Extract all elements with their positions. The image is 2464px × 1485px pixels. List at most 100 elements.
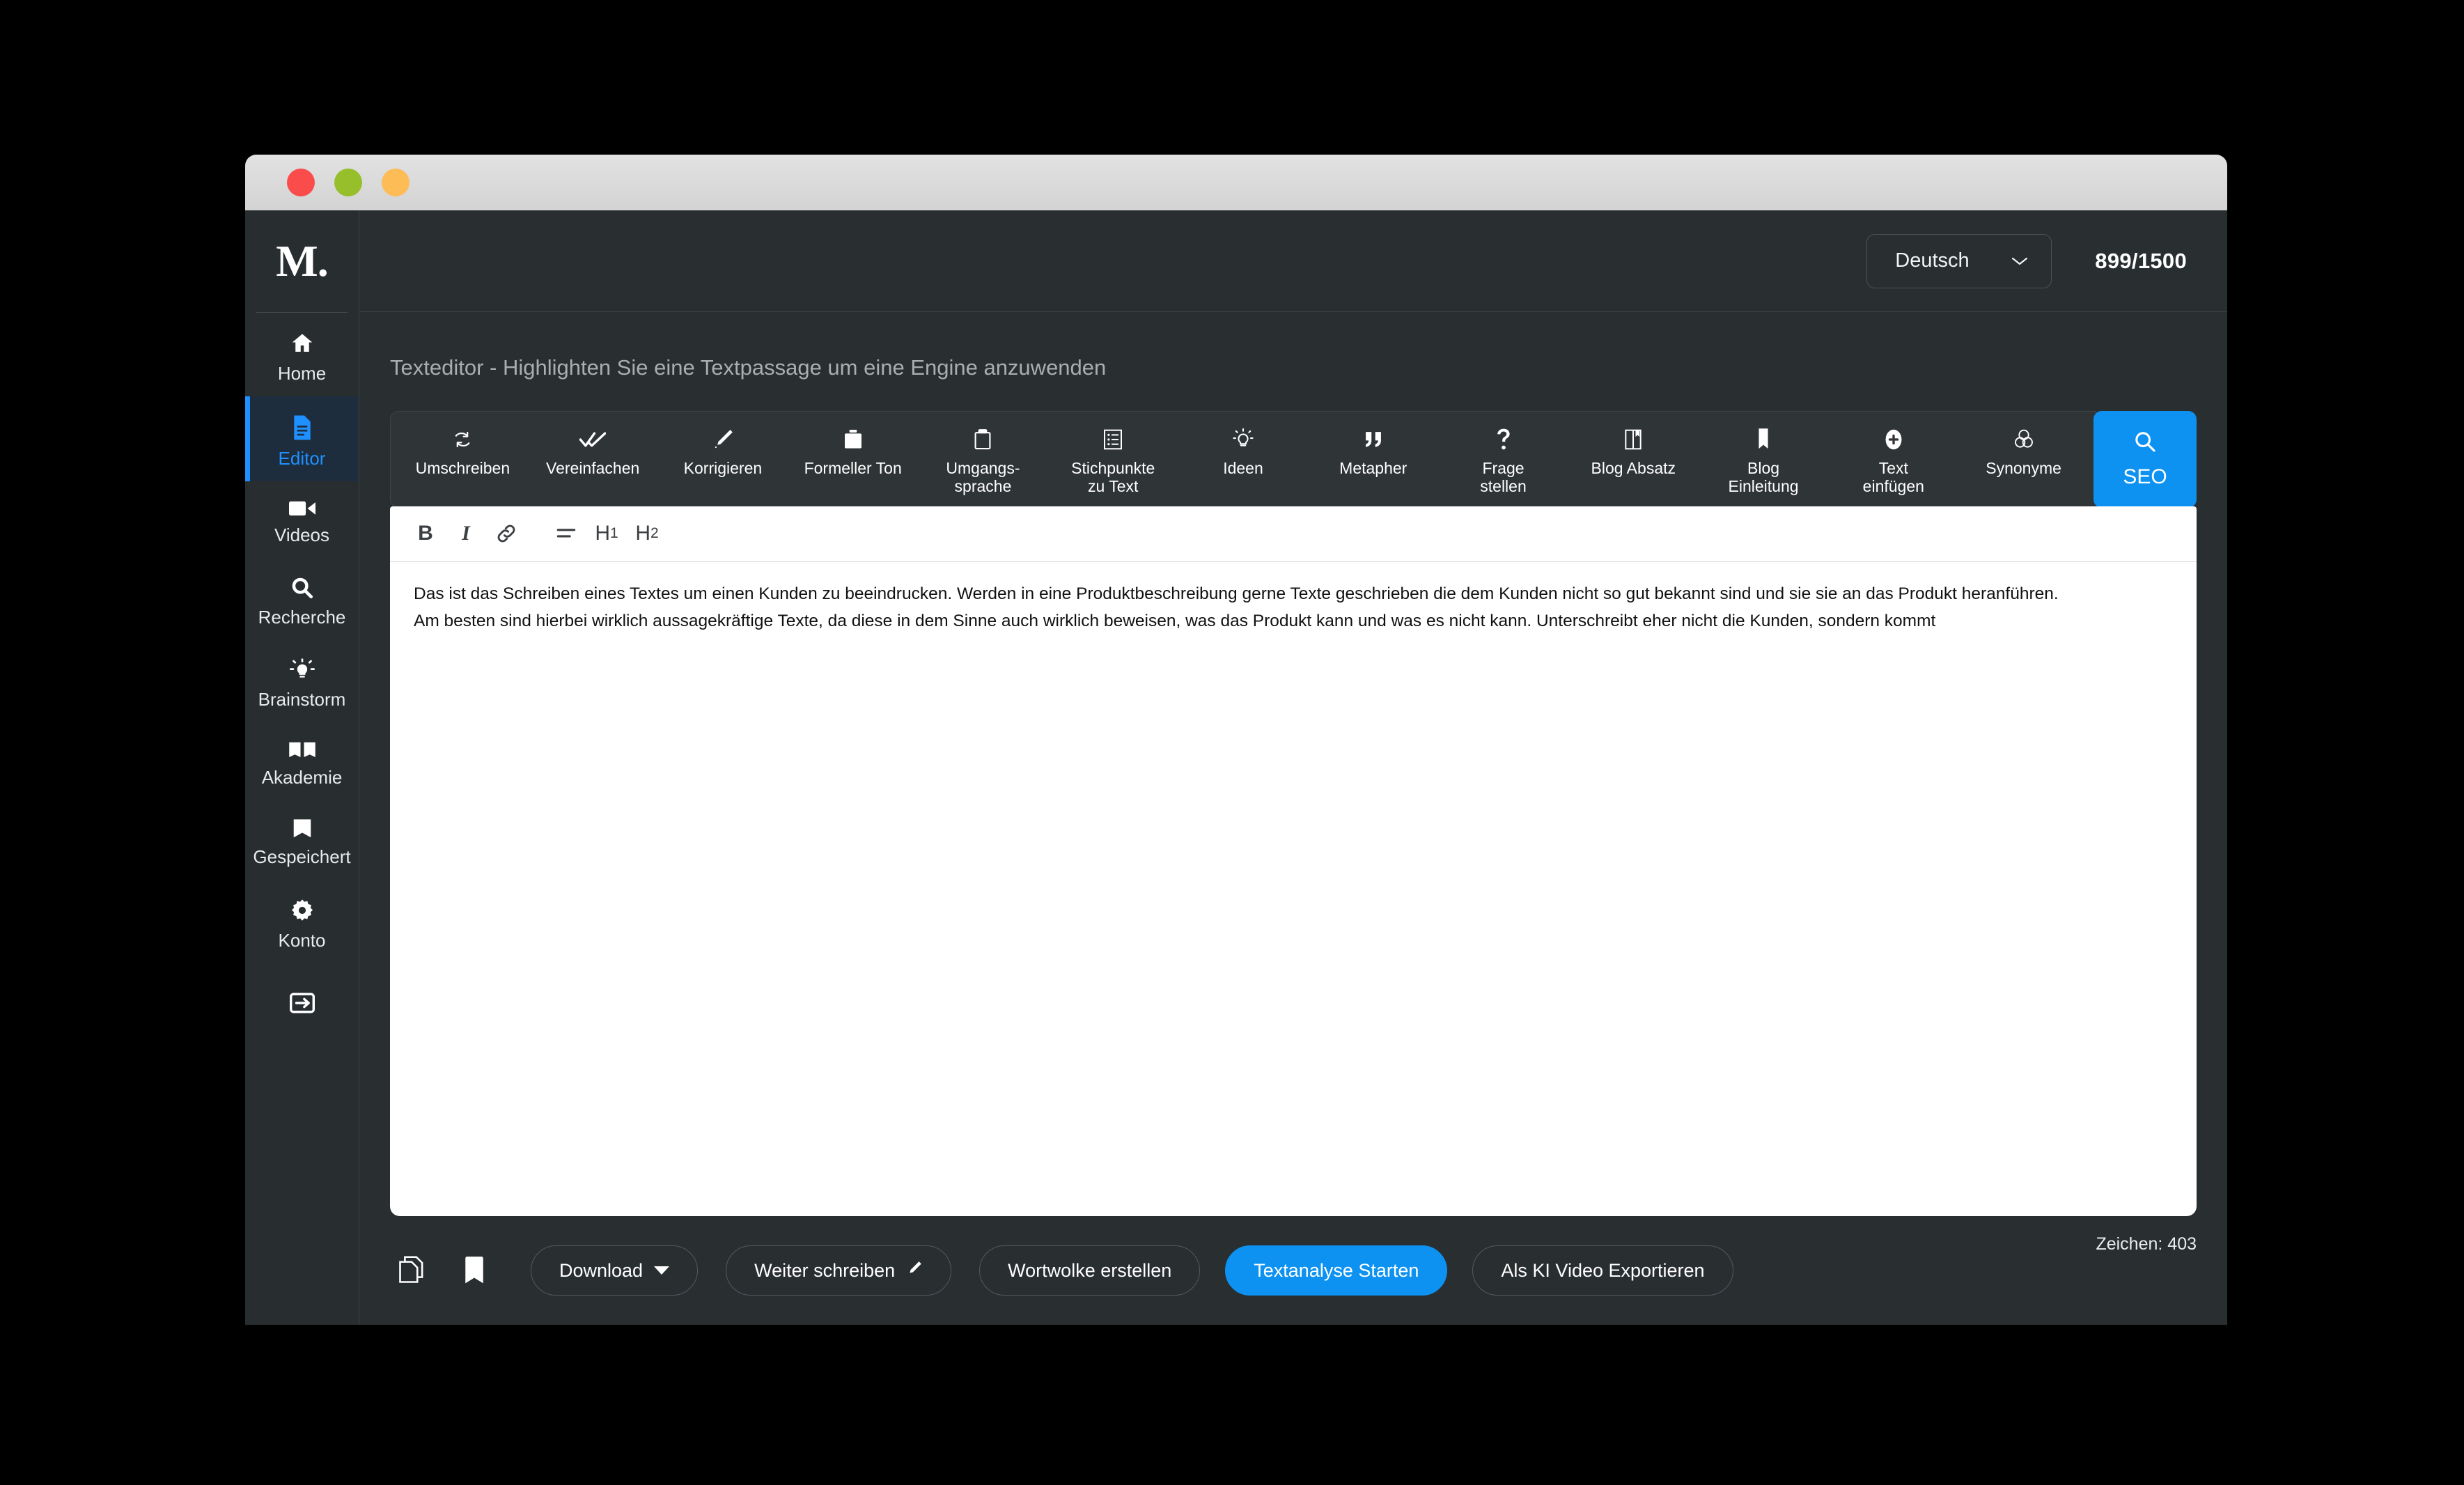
chevron-down-icon (2011, 249, 2029, 272)
quote-icon (1363, 427, 1384, 452)
logout-icon (289, 991, 315, 1018)
continue-label: Weiter schreiben (754, 1259, 896, 1281)
engine-label: Umgangs- sprache (946, 459, 1020, 495)
engine-stichpunkte-zu-text[interactable]: Stichpunkte zu Text (1048, 427, 1178, 496)
engine-blog-einleitung[interactable]: Blog Einleitung (1699, 427, 1829, 496)
export-label: Als KI Video Exportieren (1501, 1259, 1705, 1281)
engine-synonyme[interactable]: Synonyme (1958, 427, 2089, 478)
engine-korrigieren[interactable]: Korrigieren (658, 427, 788, 478)
italic-button[interactable]: I (446, 513, 486, 554)
heading-1-button[interactable]: H1 (586, 513, 627, 554)
link-icon[interactable] (486, 513, 527, 554)
sidebar-item-editor[interactable]: Editor (245, 396, 359, 481)
brand-logo-block: M. (245, 210, 359, 312)
download-label: Download (559, 1259, 644, 1281)
page-title: Texteditor - Highlighten Sie eine Textpa… (390, 355, 1107, 380)
bookmark-icon (291, 818, 313, 839)
bookmark-icon[interactable] (453, 1249, 496, 1292)
continue-writing-button[interactable]: Weiter schreiben (726, 1245, 952, 1296)
engine-frage-stellen[interactable]: Frage stellen (1438, 427, 1568, 496)
plus-circle-icon (1884, 427, 1903, 452)
engine-label: Synonyme (1986, 459, 2061, 477)
open-book-icon (288, 740, 316, 760)
document-text-area[interactable]: Das ist das Schreiben eines Textes um ei… (390, 562, 2197, 653)
window-titlebar (245, 155, 2227, 210)
refresh-cycle-icon (451, 427, 474, 452)
sidebar-item-home[interactable]: Home (245, 313, 359, 396)
editor-area: Umschreiben Vereinfachen Korrigieren For… (359, 380, 2227, 1216)
engine-text-einfuegen[interactable]: Text einfügen (1828, 427, 1958, 496)
text-editor-card: B I H1 H2 Das ist das Schreiben eines Te… (390, 506, 2197, 1216)
engine-label: Stichpunkte zu Text (1071, 459, 1155, 495)
engine-formeller-ton[interactable]: Formeller Ton (788, 427, 918, 478)
engine-label: Metapher (1339, 459, 1408, 477)
sidebar-item-akademie[interactable]: Akademie (245, 722, 359, 800)
engine-umgangssprache[interactable]: Umgangs- sprache (918, 427, 1048, 496)
character-count: Zeichen: 403 (2096, 1234, 2197, 1254)
clipboard-icon (973, 427, 992, 452)
action-bar: Download Weiter schreiben Wortwolke erst… (359, 1216, 2227, 1325)
list-icon (1102, 427, 1123, 452)
engine-label: Blog Einleitung (1728, 459, 1799, 495)
window-body: M. Home Editor Videos Recherche Brainsto… (245, 210, 2227, 1325)
analyze-label: Textanalyse Starten (1254, 1259, 1419, 1281)
lightbulb-icon (1232, 427, 1254, 452)
briefcase-icon (843, 427, 864, 452)
copy-document-icon[interactable] (390, 1249, 433, 1292)
align-icon[interactable] (546, 513, 586, 554)
pencil-icon (906, 1260, 923, 1282)
engine-label: Umschreiben (415, 459, 510, 477)
credit-quota: 899/1500 (2095, 248, 2187, 273)
engine-label: Korrigieren (683, 459, 763, 477)
wordcloud-button[interactable]: Wortwolke erstellen (979, 1245, 1201, 1296)
home-icon (290, 331, 315, 356)
minimize-window-button[interactable] (334, 169, 362, 196)
sidebar-item-label: Recherche (258, 607, 346, 628)
engine-label: Ideen (1223, 459, 1263, 477)
engine-label: Text einfügen (1862, 459, 1924, 495)
sidebar: M. Home Editor Videos Recherche Brainsto… (245, 210, 359, 1325)
sidebar-item-label: Editor (278, 448, 326, 469)
document-paragraph: Das ist das Schreiben eines Textes um ei… (414, 584, 2059, 603)
download-button[interactable]: Download (531, 1245, 699, 1296)
bookmark-ribbon-icon (1756, 427, 1771, 452)
sidebar-item-label: Akademie (261, 767, 343, 788)
sidebar-item-label: Home (277, 363, 327, 384)
seo-label: SEO (2123, 465, 2167, 488)
language-select[interactable]: Deutsch (1866, 233, 2052, 288)
engine-label: Blog Absatz (1591, 459, 1676, 477)
sidebar-item-videos[interactable]: Videos (245, 481, 359, 558)
sidebar-item-recherche[interactable]: Recherche (245, 558, 359, 640)
logout-button[interactable] (245, 963, 359, 1032)
engine-label: Vereinfachen (546, 459, 640, 477)
top-bar: Deutsch 899/1500 (359, 210, 2227, 312)
engine-blog-absatz[interactable]: Blog Absatz (1568, 427, 1699, 478)
engine-label: Frage stellen (1480, 459, 1527, 495)
engine-ideen[interactable]: Ideen (1178, 427, 1309, 478)
heading-2-button[interactable]: H2 (627, 513, 667, 554)
maximize-window-button[interactable] (382, 169, 410, 196)
sidebar-item-label: Brainstorm (258, 689, 346, 710)
double-check-icon (579, 427, 607, 452)
document-paragraph: Am besten sind hierbei wirklich aussagek… (414, 612, 1936, 631)
export-ai-video-button[interactable]: Als KI Video Exportieren (1472, 1245, 1733, 1296)
sidebar-item-konto[interactable]: Konto (245, 880, 359, 963)
sidebar-item-label: Gespeichert (253, 846, 351, 867)
sidebar-item-gespeichert[interactable]: Gespeichert (245, 800, 359, 880)
main-panel: Deutsch 899/1500 Texteditor - Highlighte… (359, 210, 2227, 1325)
sidebar-item-brainstorm[interactable]: Brainstorm (245, 640, 359, 722)
engine-umschreiben[interactable]: Umschreiben (398, 427, 528, 478)
pencil-icon (712, 427, 734, 452)
start-text-analysis-button[interactable]: Textanalyse Starten (1225, 1245, 1448, 1296)
close-window-button[interactable] (287, 169, 315, 196)
format-toolbar: B I H1 H2 (390, 506, 2197, 562)
question-mark-icon (1495, 427, 1512, 452)
engine-vereinfachen[interactable]: Vereinfachen (528, 427, 658, 478)
book-bookmark-icon (1623, 427, 1643, 452)
engine-metapher[interactable]: Metapher (1308, 427, 1438, 478)
venn-circles-icon (2013, 427, 2035, 452)
bold-button[interactable]: B (405, 513, 446, 554)
search-icon (2133, 430, 2157, 457)
seo-button[interactable]: SEO (2093, 411, 2197, 508)
document-icon (290, 414, 315, 441)
